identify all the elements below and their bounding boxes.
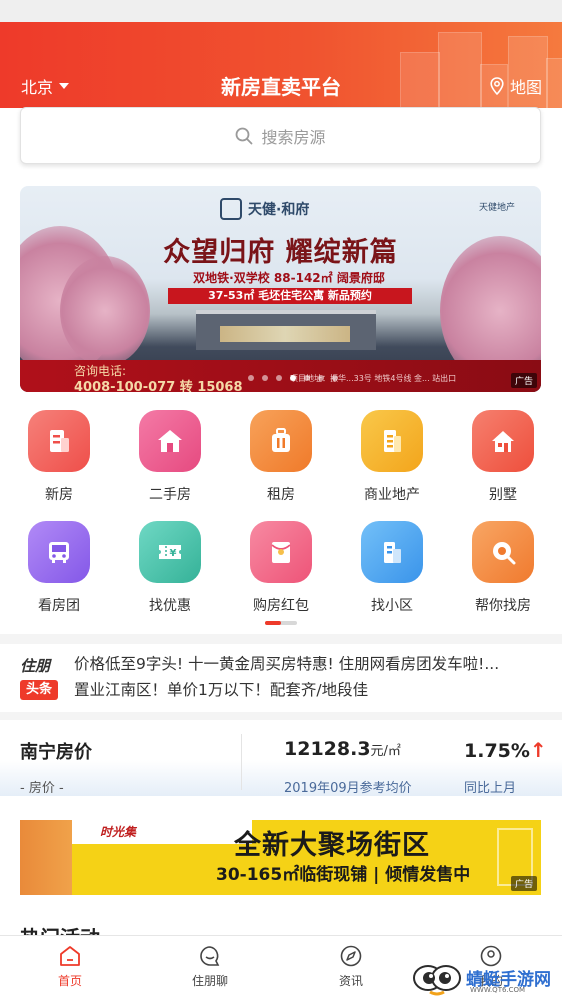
category-pager-active (265, 621, 281, 625)
status-bar (0, 0, 562, 22)
app-header: 北京 新房直卖平台 地图 (0, 22, 562, 108)
price-value: 12128.3 (284, 738, 371, 760)
news-item[interactable]: 价格低至9字头! 十一黄金周买房特惠! 住朋网看房团发车啦!... (74, 652, 544, 674)
banner-phone: 4008-100-077 转 15068 (74, 380, 243, 392)
category-villa[interactable]: 别墅 (453, 410, 553, 504)
page-title: 新房直卖平台 (221, 75, 341, 99)
price-city: 南宁房价 (20, 742, 92, 763)
tab-label: 资讯 (338, 974, 363, 988)
carousel-dot[interactable] (332, 375, 338, 381)
category-label: 二手房 (149, 487, 191, 503)
tab-label: 首页 (57, 974, 82, 988)
ad-tag: 广告 (510, 876, 537, 891)
category-find-house[interactable]: 帮你找房 (453, 521, 553, 615)
chat-icon (200, 946, 220, 966)
carousel-dot[interactable] (318, 375, 324, 381)
section-divider (0, 712, 562, 720)
banner-developer: 天健地产 (478, 203, 515, 213)
bus-icon (28, 521, 90, 583)
banner-brand: 天健·和府 (248, 202, 310, 218)
price-change-label: 同比上月 (464, 781, 517, 796)
price-unit: 元/㎡ (370, 744, 401, 759)
search-placeholder: 搜索房源 (261, 127, 326, 147)
news-logo-text: 住朋 (20, 657, 51, 675)
category-community[interactable]: 找小区 (342, 521, 442, 615)
category-commercial[interactable]: 商业地产 (342, 410, 442, 504)
promo-banner[interactable]: 天健·和府 天健地产 众望归府 耀绽新篇 双地铁·双学校 88-142㎡ 阔景府… (20, 186, 541, 392)
house-price-panel[interactable]: 南宁房价 - 房价 - 12128.3元/㎡ 2019年09月参考均价 1.75… (0, 728, 562, 796)
svg-text:¥: ¥ (170, 548, 177, 559)
luggage-icon (250, 410, 312, 472)
category-new-house[interactable]: 新房 (9, 410, 109, 504)
map-button[interactable]: 地图 (490, 74, 542, 98)
category-tour-group[interactable]: 看房团 (9, 521, 109, 615)
average-price: 12128.3元/㎡ (284, 738, 401, 760)
community-icon (361, 521, 423, 583)
carousel-dot[interactable] (304, 375, 310, 381)
banner-line2: 37-53㎡ 毛坯住宅公寓 新品预约 (168, 288, 412, 304)
villa-icon (472, 410, 534, 472)
carousel-dot[interactable] (290, 375, 296, 381)
red-envelope-icon (250, 521, 312, 583)
ad-headline: 全新大聚场街区 (234, 830, 430, 861)
ad-subline: 30-165㎡临街现铺 | 倾情发售中 (216, 865, 471, 885)
brand-logo-icon (220, 198, 242, 220)
category-label: 看房团 (38, 598, 80, 614)
coupon-icon: ¥ (139, 521, 201, 583)
watermark: 蜻蜓手游网 WWW.QT6.COM (412, 956, 562, 999)
search-icon (236, 127, 253, 144)
price-change: 1.75%↑ (464, 738, 547, 762)
category-label: 找优惠 (149, 598, 191, 614)
price-date: 2019年09月参考均价 (284, 781, 412, 796)
category-label: 购房红包 (253, 598, 309, 614)
price-subtitle: - 房价 - (20, 781, 64, 796)
category-label: 别墅 (489, 487, 517, 503)
carousel-dot[interactable] (276, 375, 282, 381)
commercial-ad-banner[interactable]: 时光集 全新大聚场街区 30-165㎡临街现铺 | 倾情发售中 广告 (20, 820, 541, 895)
category-label: 找小区 (371, 598, 413, 614)
arrow-up-icon: ↑ (529, 738, 547, 762)
home-icon (60, 946, 80, 966)
tab-home[interactable]: 首页 (20, 944, 120, 989)
ad-tag: 广告 (510, 373, 537, 388)
tab-chat[interactable]: 住朋聊 (160, 944, 260, 989)
category-red-envelope[interactable]: 购房红包 (231, 521, 331, 615)
magnifier-icon (472, 521, 534, 583)
category-discount[interactable]: ¥ 找优惠 (120, 521, 220, 615)
banner-headline: 众望归府 耀绽新篇 (163, 237, 398, 268)
compass-icon (340, 945, 362, 967)
news-logo-tag: 头条 (20, 680, 58, 700)
location-pin-icon (490, 77, 504, 95)
house-icon (139, 410, 201, 472)
ad-brand: 时光集 (100, 825, 137, 839)
banner-line1: 双地铁·双学校 88-142㎡ 阔景府邸 (193, 271, 385, 285)
price-change-value: 1.75% (464, 740, 530, 762)
category-second-hand[interactable]: 二手房 (120, 410, 220, 504)
map-label: 地图 (509, 78, 542, 97)
office-icon (361, 410, 423, 472)
carousel-indicator (248, 375, 338, 381)
category-rent[interactable]: 租房 (231, 410, 331, 504)
search-input[interactable]: 搜索房源 (20, 107, 541, 164)
carousel-dot[interactable] (262, 375, 268, 381)
news-logo: 住朋 头条 (20, 655, 60, 700)
tab-news[interactable]: 资讯 (301, 944, 401, 989)
dragonfly-logo-icon (413, 964, 461, 995)
section-divider (0, 634, 562, 644)
category-label: 商业地产 (364, 487, 420, 503)
category-label: 帮你找房 (475, 598, 531, 614)
news-item[interactable]: 置业江南区！单价1万以下！配套齐/地段佳 (74, 678, 544, 700)
category-label: 新房 (45, 487, 73, 503)
tab-label: 住朋聊 (191, 974, 228, 988)
building-icon (28, 410, 90, 472)
carousel-dot[interactable] (248, 375, 254, 381)
banner-logo: 天健·和府 (220, 198, 309, 220)
category-label: 租房 (267, 487, 295, 503)
watermark-url: WWW.QT6.COM (470, 986, 526, 994)
